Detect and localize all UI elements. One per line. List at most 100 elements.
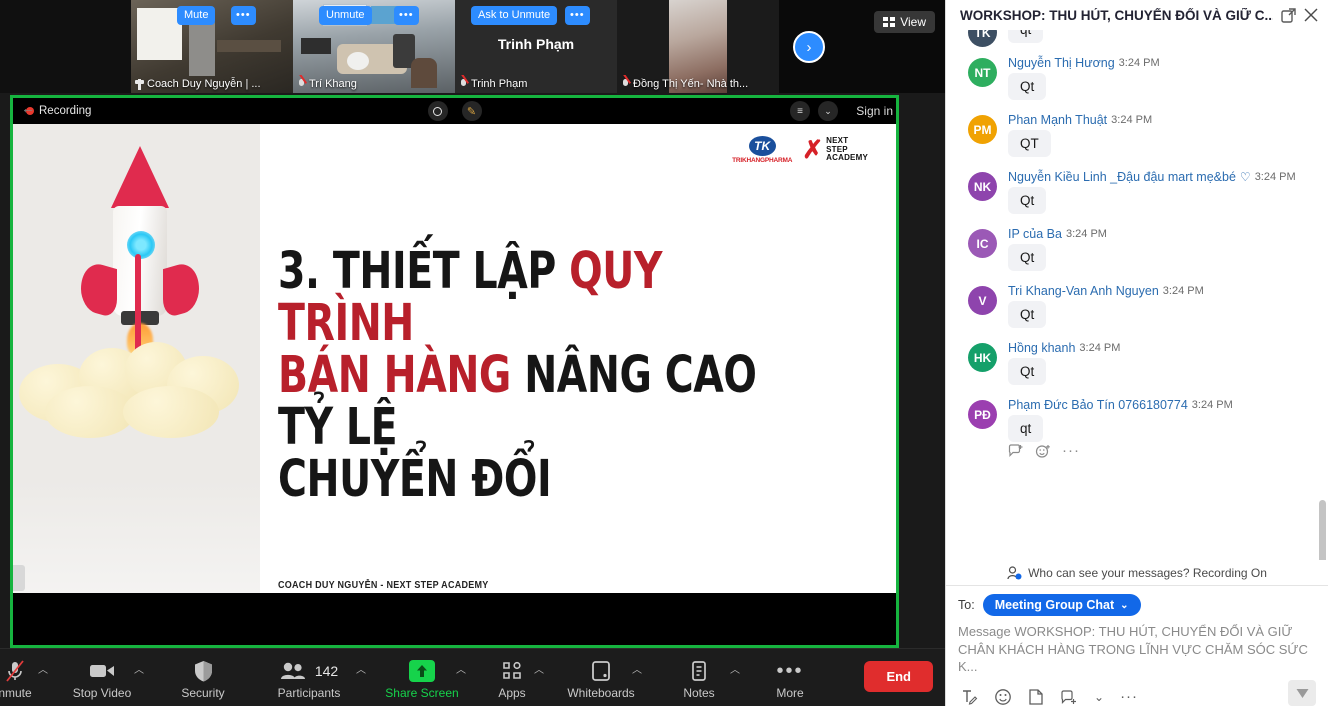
- control-stop-video[interactable]: Stop Video: [65, 659, 139, 700]
- reply-icon[interactable]: [1008, 444, 1024, 458]
- tile-ask-to-unmute-button-3[interactable]: Ask to Unmute: [471, 6, 558, 26]
- message-author[interactable]: Nguyễn Kiều Linh _Đậu đậu mart mẹ&bé: [1008, 170, 1236, 184]
- video-options-caret[interactable]: ︿: [134, 661, 144, 676]
- chevron-down-button[interactable]: ⌄: [818, 101, 838, 121]
- message-time: 3:24 PM: [1162, 285, 1204, 297]
- close-icon[interactable]: [1304, 8, 1318, 22]
- message-time: 3:24 PM: [1118, 57, 1160, 69]
- message-time: 3:24 PM: [1079, 342, 1121, 354]
- message-author[interactable]: Hồng khanh: [1008, 341, 1075, 355]
- meeting-area: Mute ••• Coach Duy Nguyễn | ... Unmute •…: [0, 0, 945, 706]
- tile-name-2: Trí Khang: [293, 75, 455, 93]
- notes-options-caret[interactable]: ︿: [730, 661, 740, 676]
- message-text: QT: [1008, 130, 1051, 157]
- tile-mute-button-1[interactable]: Mute: [177, 6, 216, 26]
- chat-panel: WORKSHOP: THU HÚT, CHUYỂN ĐỔI VÀ GIỮ C..…: [945, 0, 1328, 706]
- apps-options-caret[interactable]: ︿: [534, 661, 544, 676]
- video-icon: [89, 659, 115, 683]
- menu-lines-button[interactable]: ≡: [790, 101, 810, 121]
- video-tile-2[interactable]: Unmute ••• Trí Khang: [293, 0, 455, 93]
- control-notes[interactable]: Notes: [662, 659, 736, 700]
- control-share-screen[interactable]: Share Screen: [385, 659, 459, 700]
- add-reaction-icon[interactable]: [1035, 444, 1051, 458]
- recipient-selector[interactable]: Meeting Group Chat ⌄: [982, 594, 1141, 617]
- recording-label: Recording: [39, 105, 92, 117]
- message-time: 3:24 PM: [1111, 114, 1153, 126]
- chevron-down-icon[interactable]: ⌄: [1094, 690, 1104, 704]
- message-author[interactable]: Tri Khang-Van Anh Nguyen: [1008, 284, 1159, 298]
- chat-header: WORKSHOP: THU HÚT, CHUYỂN ĐỔI VÀ GIỮ C..…: [946, 0, 1328, 30]
- tile-options-3[interactable]: •••: [565, 6, 590, 26]
- end-meeting-button[interactable]: End: [864, 661, 933, 692]
- meeting-controls-toolbar: nmute ︿ Stop Video ︿ Security 142 Partic…: [0, 648, 945, 706]
- audio-options-caret[interactable]: ︿: [38, 661, 48, 676]
- chat-message: PĐ Phạm Đức Bảo Tín 0766180774 3:24 PM q…: [958, 398, 1316, 442]
- slide-logos: TK TRIKHANGPHARMA ✗ NEXT STEP ACADEMY: [732, 136, 868, 164]
- tile-options-1[interactable]: •••: [231, 6, 256, 26]
- recipient-value: Meeting Group Chat: [994, 598, 1115, 613]
- new-message-icon[interactable]: [1060, 688, 1078, 706]
- video-tile-4[interactable]: Đồng Thị Yến- Nhà th...: [617, 0, 779, 93]
- slide-footer-credit: COACH DUY NGUYỄN - NEXT STEP ACADEMY: [278, 580, 489, 591]
- message-author[interactable]: IP của Ba: [1008, 227, 1062, 241]
- slide-text-panel: TK TRIKHANGPHARMA ✗ NEXT STEP ACADEMY 3.…: [260, 124, 896, 619]
- who-can-see-banner[interactable]: Who can see your messages? Recording On: [946, 560, 1328, 587]
- format-text-icon[interactable]: [960, 688, 978, 706]
- tile-unmute-button-2[interactable]: Unmute: [319, 6, 372, 26]
- control-security[interactable]: Security: [166, 659, 240, 700]
- avatar: NT: [968, 58, 997, 87]
- shared-screen-region: ← Recording ✎ ≡ ⌄ Sign in TK TRIKHANGPHA…: [10, 95, 899, 648]
- grid-icon: [883, 17, 896, 27]
- view-layout-button[interactable]: View: [874, 11, 935, 33]
- control-whiteboards[interactable]: Whiteboards: [564, 659, 638, 700]
- back-arrow-icon[interactable]: ←: [21, 100, 35, 116]
- avatar: PM: [968, 115, 997, 144]
- message-text: Qt: [1008, 244, 1047, 271]
- participants-options-caret[interactable]: ︿: [356, 661, 366, 676]
- people-icon: 142: [280, 659, 338, 683]
- person-check-icon: [1007, 566, 1022, 580]
- chat-message: NT Nguyễn Thị Hương 3:24 PM Qt: [958, 56, 1316, 100]
- message-author[interactable]: Nguyễn Thị Hương: [1008, 56, 1115, 70]
- next-step-academy-logo: ✗ NEXT STEP ACADEMY: [802, 135, 868, 164]
- message-author[interactable]: Phan Mạnh Thuật: [1008, 113, 1107, 127]
- annotate-pen-button[interactable]: ✎: [461, 101, 482, 121]
- more-compose-options-icon[interactable]: ···: [1120, 689, 1138, 703]
- message-author[interactable]: Phạm Đức Bảo Tín 0766180774: [1008, 398, 1188, 412]
- message-text: Qt: [1008, 358, 1047, 385]
- file-icon[interactable]: [1028, 688, 1044, 706]
- emoji-icon[interactable]: [994, 688, 1012, 706]
- tile-name-4: Đồng Thị Yến- Nhà th...: [617, 75, 779, 93]
- filmstrip-next-button[interactable]: ›: [793, 31, 825, 63]
- shared-app-toolbar: ← Recording ✎ ≡ ⌄ Sign in: [13, 98, 896, 124]
- message-header: Hồng khanh 3:24 PM: [1008, 341, 1316, 355]
- trikhangpharma-logo: TK TRIKHANGPHARMA: [732, 136, 792, 164]
- whiteboard-icon: [591, 659, 611, 683]
- chat-message: HK Hồng khanh 3:24 PM Qt: [958, 341, 1316, 385]
- ellipsis-icon: •••: [776, 660, 804, 682]
- send-button[interactable]: [1288, 680, 1316, 706]
- share-up-icon: [409, 659, 435, 683]
- message-input[interactable]: Message WORKSHOP: THU HÚT, CHUYỂN ĐỔI VÀ…: [958, 623, 1316, 676]
- record-circle-button[interactable]: [427, 101, 448, 121]
- chat-message-list[interactable]: TK qt NT Nguyễn Thị Hương 3:24 PM Qt PM …: [946, 30, 1328, 561]
- video-tile-1[interactable]: Mute ••• Coach Duy Nguyễn | ...: [131, 0, 293, 93]
- message-text: qt: [1008, 30, 1044, 43]
- control-participants[interactable]: 142 Participants: [272, 659, 346, 700]
- share-options-caret[interactable]: ︿: [456, 661, 466, 676]
- tile-options-2[interactable]: •••: [394, 6, 419, 26]
- chat-title: WORKSHOP: THU HÚT, CHUYỂN ĐỔI VÀ GIỮ C..…: [960, 7, 1273, 23]
- whiteboards-options-caret[interactable]: ︿: [632, 661, 642, 676]
- popout-icon[interactable]: [1281, 7, 1296, 23]
- video-tile-3[interactable]: Ask to Unmute ••• Trinh Phạm Trinh Phạm: [455, 0, 617, 93]
- chat-message: V Tri Khang-Van Anh Nguyen 3:24 PM Qt: [958, 284, 1316, 328]
- chat-scrollbar[interactable]: [1319, 500, 1326, 561]
- avatar: HK: [968, 343, 997, 372]
- more-options-icon[interactable]: ···: [1062, 443, 1080, 458]
- mic-off-icon: [459, 78, 468, 90]
- filmstrip-left-pad: [0, 0, 131, 93]
- sign-in-link[interactable]: Sign in: [856, 104, 893, 118]
- control-more[interactable]: ••• More: [753, 659, 827, 700]
- heart-icon[interactable]: ♡: [1240, 170, 1251, 184]
- notes-icon: [690, 659, 708, 683]
